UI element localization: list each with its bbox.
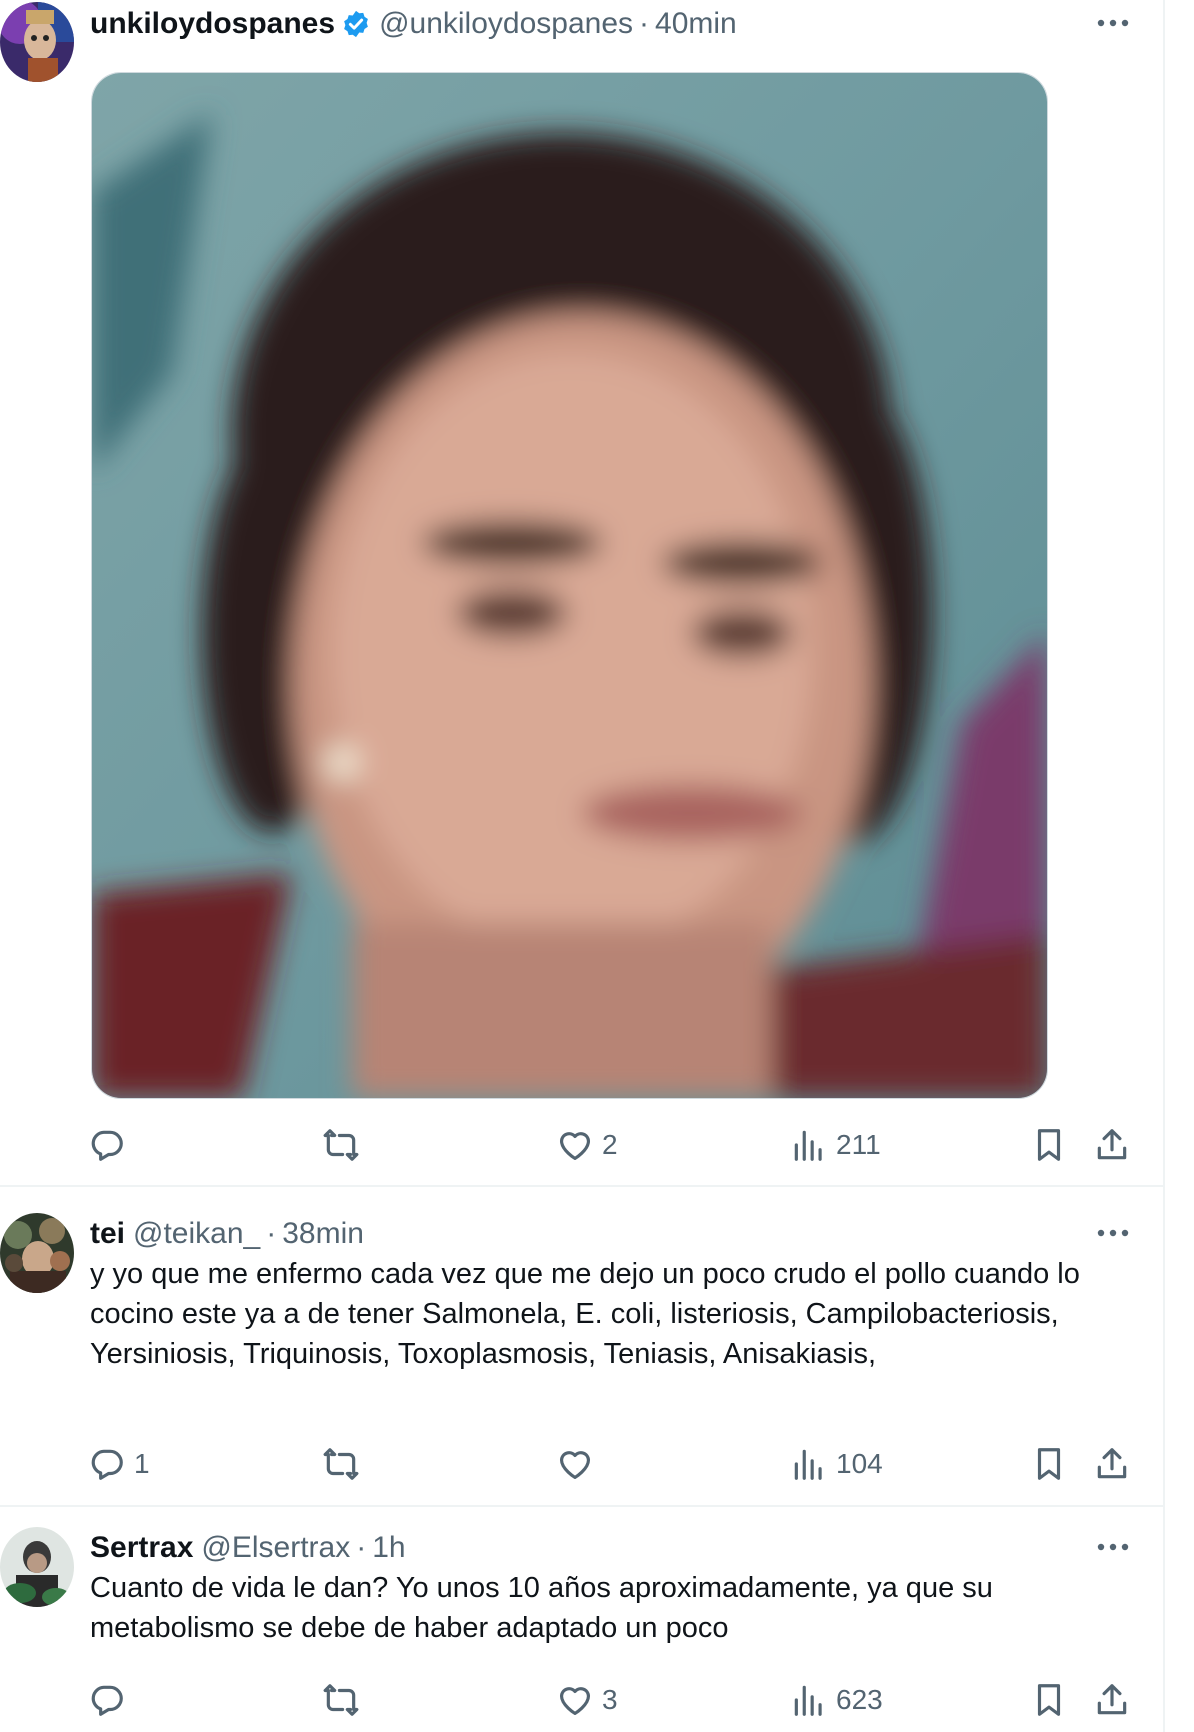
- timestamp[interactable]: 1h: [372, 1531, 405, 1565]
- bookmark-icon: [1037, 1129, 1061, 1161]
- like-count: 2: [602, 1129, 618, 1160]
- reply-icon: [91, 1449, 123, 1480]
- like-icon: [559, 1451, 591, 1480]
- separator-dot: ·: [356, 1531, 367, 1564]
- views-button[interactable]: 104: [790, 1434, 883, 1494]
- tweet-actions: 2 211: [0, 1115, 1163, 1175]
- like-button[interactable]: 3: [556, 1670, 618, 1730]
- timeline-right-border: [1163, 0, 1165, 1732]
- more-icon[interactable]: [1093, 1213, 1133, 1253]
- share-icon: [1097, 1129, 1127, 1160]
- reply-icon: [91, 1685, 123, 1716]
- separator-dot: ·: [266, 1217, 277, 1250]
- reply-count: 1: [134, 1448, 150, 1479]
- views-icon: [794, 1685, 822, 1716]
- share-button[interactable]: [1093, 1115, 1131, 1175]
- bookmark-icon: [1037, 1684, 1061, 1716]
- views-button[interactable]: 211: [790, 1115, 881, 1175]
- tweet-3[interactable]: Sertrax @Elsertrax · 1h Cuanto de vida l…: [0, 1507, 1163, 1732]
- verified-badge-icon: [341, 9, 371, 39]
- like-count: 3: [602, 1684, 618, 1715]
- author-name[interactable]: unkiloydospanes: [90, 7, 335, 41]
- retweet-icon: [323, 1129, 359, 1161]
- like-button[interactable]: 2: [556, 1115, 618, 1175]
- like-icon: [559, 1132, 591, 1161]
- tweet-2[interactable]: tei @teikan_ · 38min y yo que me enfermo…: [0, 1187, 1163, 1505]
- reply-button[interactable]: [88, 1115, 134, 1175]
- tweet-actions: 3 623: [0, 1670, 1163, 1730]
- reply-icon: [91, 1130, 123, 1161]
- retweet-button[interactable]: [322, 1434, 368, 1494]
- timestamp[interactable]: 40min: [655, 7, 737, 41]
- author-name[interactable]: tei: [90, 1217, 125, 1251]
- share-icon: [1097, 1448, 1127, 1479]
- reply-button[interactable]: [88, 1670, 134, 1730]
- views-icon: [794, 1449, 822, 1480]
- tweet-actions: 1 104: [0, 1434, 1163, 1494]
- avatar[interactable]: [0, 2, 74, 82]
- views-count: 623: [836, 1684, 883, 1715]
- bookmark-button[interactable]: [1030, 1115, 1068, 1175]
- more-icon[interactable]: [1093, 1527, 1133, 1567]
- tweet-header: unkiloydospanes @unkiloydospanes · 40min: [90, 4, 737, 44]
- retweet-button[interactable]: [322, 1115, 368, 1175]
- views-button[interactable]: 623: [790, 1670, 883, 1730]
- tweet-text: y yo que me enfermo cada vez que me dejo…: [90, 1258, 1080, 1370]
- tweet-text: Cuanto de vida le dan? Yo unos 10 años a…: [90, 1572, 993, 1644]
- tweet-header: Sertrax @Elsertrax · 1h: [90, 1528, 406, 1568]
- like-icon: [559, 1687, 591, 1716]
- more-icon[interactable]: [1093, 3, 1133, 43]
- separator-dot: ·: [639, 7, 650, 40]
- tweet-media-image[interactable]: [91, 72, 1048, 1099]
- share-button[interactable]: [1093, 1670, 1131, 1730]
- retweet-icon: [323, 1448, 359, 1480]
- share-button[interactable]: [1093, 1434, 1131, 1494]
- views-count: 211: [836, 1129, 881, 1160]
- avatar[interactable]: [0, 1213, 74, 1293]
- like-button[interactable]: [556, 1434, 602, 1494]
- tweet-header: tei @teikan_ · 38min: [90, 1214, 364, 1254]
- views-icon: [794, 1130, 822, 1161]
- bookmark-icon: [1037, 1448, 1061, 1480]
- avatar[interactable]: [0, 1527, 74, 1607]
- author-name[interactable]: Sertrax: [90, 1531, 193, 1565]
- views-count: 104: [836, 1448, 883, 1479]
- author-handle[interactable]: @teikan_: [133, 1217, 260, 1251]
- retweet-icon: [323, 1684, 359, 1716]
- author-handle[interactable]: @unkiloydospanes: [379, 7, 633, 41]
- retweet-button[interactable]: [322, 1670, 368, 1730]
- reply-button[interactable]: 1: [88, 1434, 150, 1494]
- timestamp[interactable]: 38min: [282, 1217, 364, 1251]
- author-handle[interactable]: @Elsertrax: [201, 1531, 350, 1565]
- share-icon: [1097, 1684, 1127, 1715]
- bookmark-button[interactable]: [1030, 1434, 1068, 1494]
- tweet-1[interactable]: unkiloydospanes @unkiloydospanes · 40min: [0, 0, 1163, 1185]
- bookmark-button[interactable]: [1030, 1670, 1068, 1730]
